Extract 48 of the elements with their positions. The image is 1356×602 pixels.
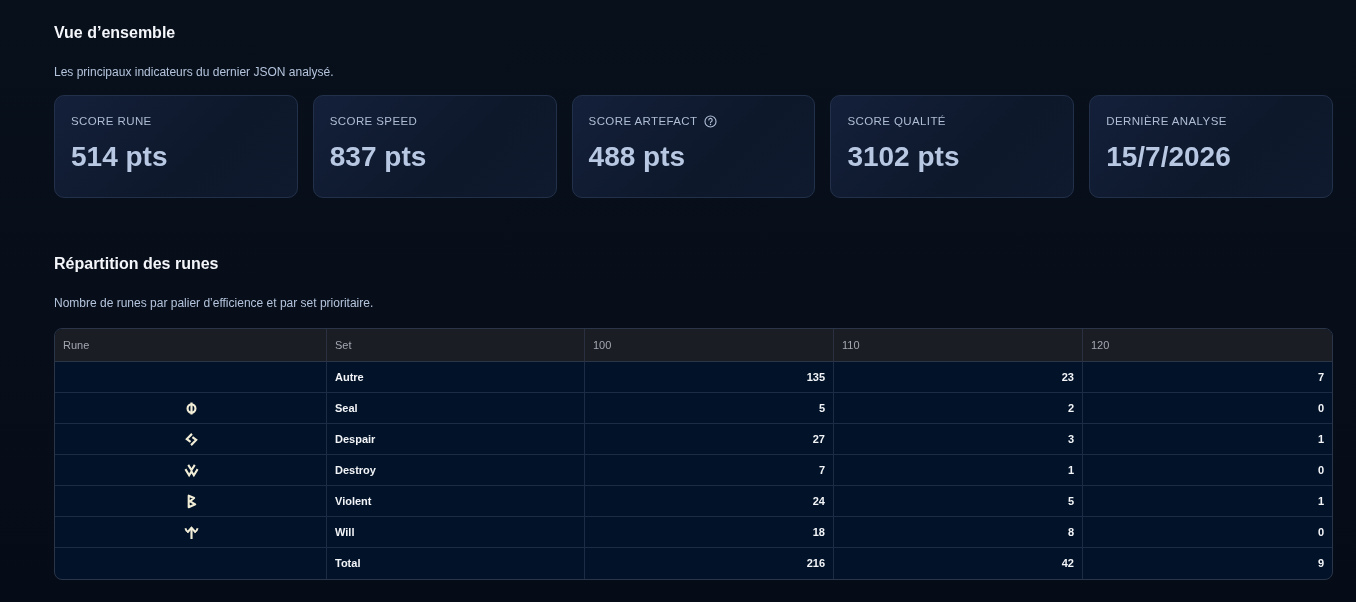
count-cell: 135 <box>585 362 834 393</box>
count-cell-text: 9 <box>1316 556 1325 571</box>
column-header: Set <box>327 329 585 362</box>
set-cell: Destroy <box>327 455 585 486</box>
stat-label: SCORE QUALITÉ <box>847 114 946 128</box>
column-header: 110 <box>834 329 1083 362</box>
stat-value: 3102 pts <box>847 140 961 174</box>
help-icon[interactable] <box>703 114 717 128</box>
count-cell: 0 <box>1083 393 1332 424</box>
column-header: 100 <box>585 329 834 362</box>
count-cell: 23 <box>834 362 1083 393</box>
column-header: 120 <box>1083 329 1332 362</box>
section-subtitle: Nombre de runes par palier d’efficience et par set prioritaire. <box>54 295 375 311</box>
stat-label: SCORE RUNE <box>71 114 152 128</box>
count-cell: 24 <box>585 486 834 517</box>
section-subtitle: Les principaux indicateurs du dernier JSON analysé. <box>54 64 335 80</box>
count-cell: 7 <box>1083 362 1332 393</box>
stat-value: 837 pts <box>329 140 428 174</box>
count-cell: 18 <box>585 517 834 548</box>
stat-label: DERNIÈRE ANALYSE <box>1106 114 1227 128</box>
set-cell: Autre <box>327 362 585 393</box>
count-cell: 5 <box>834 486 1083 517</box>
stat-value: 514 pts <box>71 140 169 174</box>
stat-value: 488 pts <box>588 140 687 174</box>
count-cell: 0 <box>1083 517 1332 548</box>
stat-label: SCORE SPEED <box>329 114 418 128</box>
set-cell: Despair <box>327 424 585 455</box>
count-cell: 0 <box>1083 455 1332 486</box>
count-cell: 5 <box>585 393 834 424</box>
count-cell: 8 <box>834 517 1083 548</box>
stat-label: SCORE ARTEFACT <box>588 114 698 128</box>
set-cell: Will <box>327 517 585 548</box>
set-cell: Violent <box>327 486 585 517</box>
count-cell: 2 <box>834 393 1083 424</box>
count-cell: 42 <box>834 548 1083 579</box>
count-cell: 7 <box>585 455 834 486</box>
set-cell: Total <box>327 548 585 579</box>
stat-value: 15/7/2026 <box>1106 140 1232 174</box>
section-title: Vue d’ensemble <box>54 23 177 43</box>
count-cell: 216 <box>585 548 834 579</box>
set-cell: Seal <box>327 393 585 424</box>
count-cell: 27 <box>585 424 834 455</box>
count-cell: 1 <box>834 455 1083 486</box>
section-title: Répartition des runes <box>54 254 220 274</box>
count-cell: 1 <box>1083 424 1332 455</box>
count-cell: 3 <box>834 424 1083 455</box>
column-header: Rune <box>55 329 327 362</box>
count-cell: 1 <box>1083 486 1332 517</box>
